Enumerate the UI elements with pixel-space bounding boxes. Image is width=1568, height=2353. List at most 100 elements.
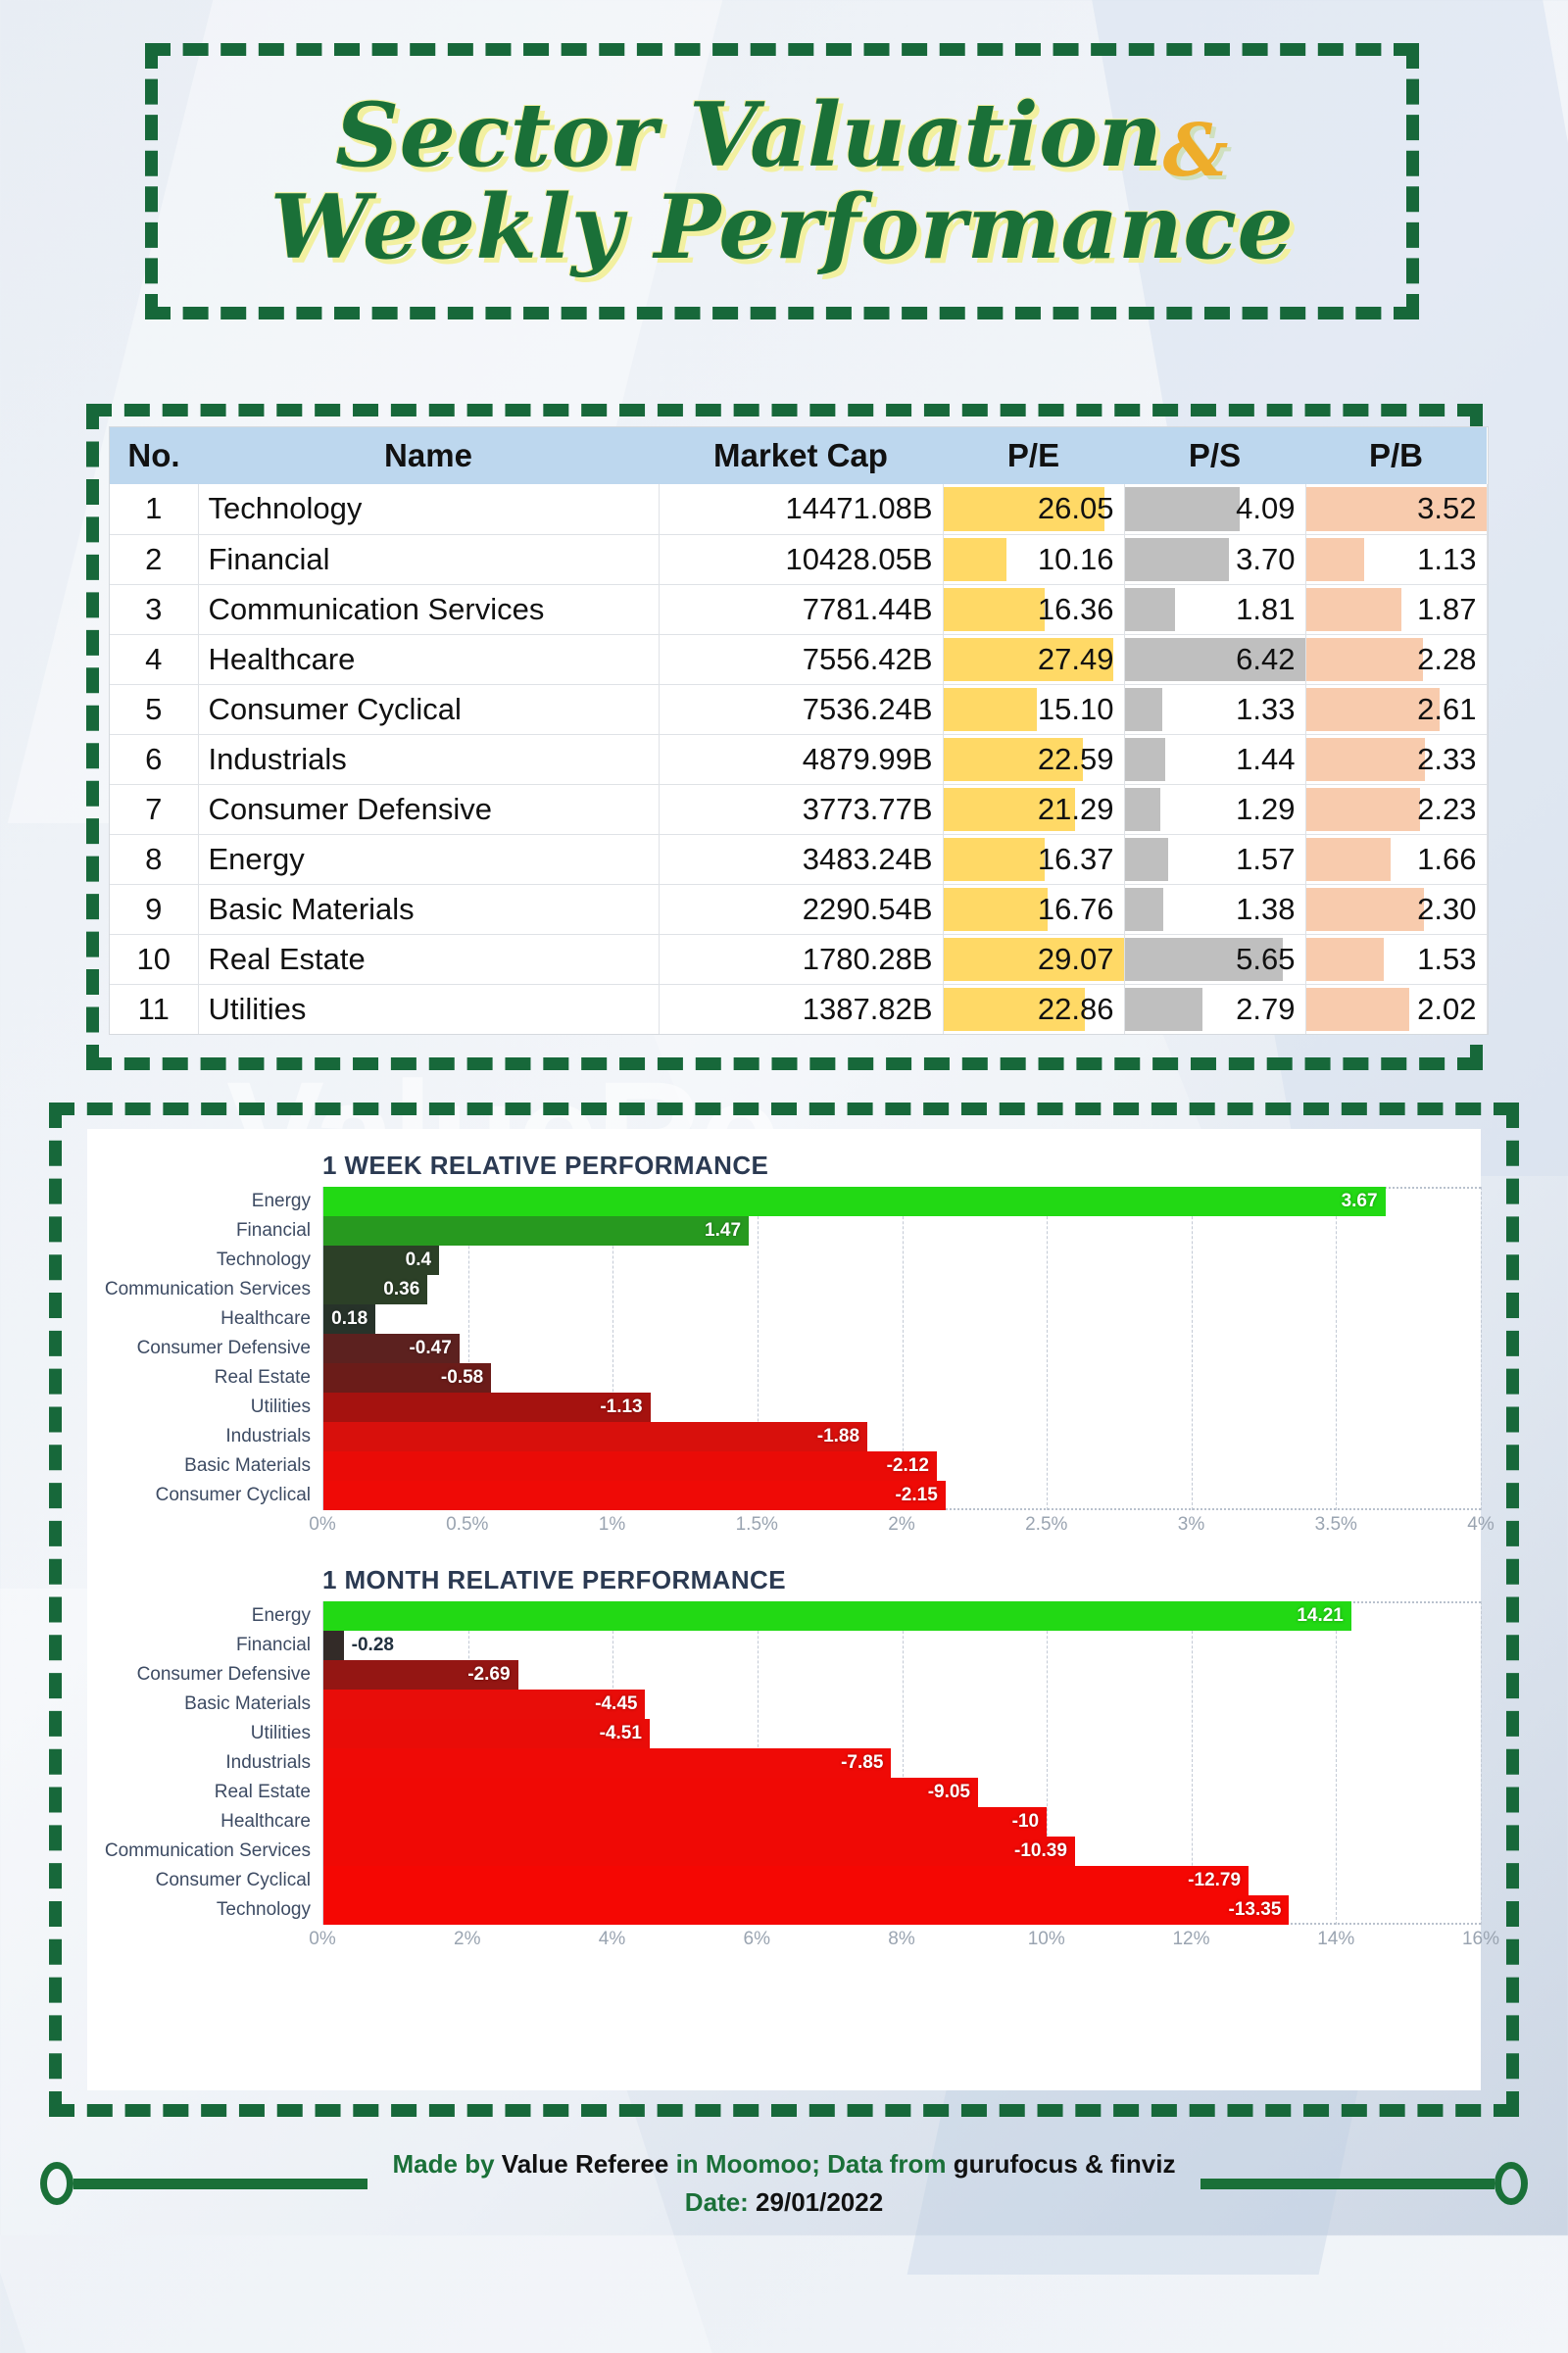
cell-market-cap: 7781.44B bbox=[659, 584, 944, 635]
cell-market-cap-value: 3773.77B bbox=[802, 791, 933, 826]
chart-bar-row: 1.47 bbox=[323, 1216, 1481, 1246]
chart-bar[interactable]: -12.79 bbox=[323, 1866, 1250, 1895]
chart-bar-value-label: -2.69 bbox=[467, 1664, 511, 1685]
chart-category-label: Basic Materials bbox=[184, 1455, 311, 1476]
column-header-pb[interactable]: P/B bbox=[1305, 427, 1487, 484]
chart-bar[interactable]: -13.35 bbox=[323, 1895, 1290, 1925]
chart-category-label: Financial bbox=[235, 1635, 311, 1655]
cell-market-cap: 2290.54B bbox=[659, 884, 944, 935]
chart-bar[interactable]: 0.4 bbox=[323, 1246, 440, 1275]
chart-bar[interactable]: -10 bbox=[323, 1807, 1048, 1837]
chart-1-week-relative-performance: 1 WEEK RELATIVE PERFORMANCE Energy Financi… bbox=[87, 1129, 1494, 1544]
chart-bar[interactable]: 0.18 bbox=[323, 1304, 376, 1334]
chart-bar-row: 0.36 bbox=[323, 1275, 1481, 1304]
table-row: 1 Technology 14471.08B 26.05 4.09 3.52 bbox=[110, 484, 1488, 535]
chart-bar[interactable]: -0.28 bbox=[323, 1631, 394, 1660]
chart-bar[interactable]: -9.05 bbox=[323, 1778, 978, 1807]
cell-pb: 2.28 bbox=[1305, 634, 1488, 685]
chart-bar-value-label: -2.12 bbox=[886, 1455, 929, 1476]
chart-x-tick-label: 8% bbox=[888, 1929, 915, 1949]
cell-name-value: Real Estate bbox=[208, 941, 366, 976]
page-title-line-2: Weekly Performance bbox=[270, 175, 1295, 279]
cell-ps-databar bbox=[1124, 987, 1203, 1031]
chart-bar-value-label: -12.79 bbox=[1188, 1870, 1242, 1890]
chart-bar[interactable]: -0.58 bbox=[323, 1363, 492, 1393]
chart-bar[interactable]: -10.39 bbox=[323, 1837, 1075, 1866]
cell-name-value: Energy bbox=[208, 841, 305, 876]
cell-no-value: 8 bbox=[145, 841, 163, 876]
cell-market-cap: 1780.28B bbox=[659, 934, 944, 985]
cell-ps-value: 3.70 bbox=[1236, 541, 1296, 576]
footer-credit-line: Made by Value Referee in Moomoo; Data fr… bbox=[393, 2145, 1176, 2183]
footer-date-line: Date: 29/01/2022 bbox=[393, 2183, 1176, 2222]
chart-bar[interactable]: -4.51 bbox=[323, 1719, 650, 1748]
chart-bar[interactable]: -0.47 bbox=[323, 1334, 460, 1363]
chart-1-month-relative-performance: 1 MONTH RELATIVE PERFORMANCE Energy Financ… bbox=[87, 1544, 1499, 1958]
cell-market-cap-value: 7556.42B bbox=[802, 641, 933, 676]
cell-pb-databar bbox=[1305, 787, 1421, 831]
cell-pe-value: 29.07 bbox=[1037, 941, 1114, 976]
cell-market-cap-value: 10428.05B bbox=[785, 541, 933, 576]
cell-ps: 4.09 bbox=[1124, 484, 1306, 535]
chart-x-axis-inner: 0% 2% 4% 6% 8% 10% 12% 14% 16% bbox=[309, 1925, 1499, 1958]
chart-x-tick-label: 1.5% bbox=[735, 1514, 778, 1535]
column-header-pe[interactable]: P/E bbox=[943, 427, 1124, 484]
cell-market-cap-value: 7536.24B bbox=[802, 691, 933, 726]
cell-market-cap-value: 1387.82B bbox=[802, 991, 933, 1026]
chart-bar[interactable]: -1.13 bbox=[323, 1393, 651, 1422]
cell-name-value: Financial bbox=[208, 541, 330, 576]
column-header-ps[interactable]: P/S bbox=[1124, 427, 1305, 484]
chart-category-label: Healthcare bbox=[220, 1811, 311, 1832]
cell-pb: 2.30 bbox=[1305, 884, 1488, 935]
cell-market-cap: 3773.77B bbox=[659, 784, 944, 835]
cell-ps-databar bbox=[1124, 537, 1229, 581]
chart-category-label: Consumer Cyclical bbox=[155, 1870, 311, 1890]
cell-no-value: 11 bbox=[137, 991, 170, 1026]
chart-bar[interactable]: 1.47 bbox=[323, 1216, 750, 1246]
chart-x-axis: 0% 2% 4% 6% 8% 10% 12% 14% 16% bbox=[309, 1925, 1499, 1958]
chart-bar[interactable]: -4.45 bbox=[323, 1690, 646, 1719]
footer-ornament-left bbox=[39, 2162, 368, 2205]
column-header-name[interactable]: Name bbox=[198, 427, 659, 484]
cell-name-value: Consumer Cyclical bbox=[208, 691, 462, 726]
chart-bar[interactable]: -1.88 bbox=[323, 1422, 868, 1451]
chart-bars: 3.67 1.47 0.4 0.36 0.18 -0.47 -0.58 -1.13 -1.88 -… bbox=[322, 1187, 1482, 1510]
table-row: 4 Healthcare 7556.42B 27.49 6.42 2.28 bbox=[110, 634, 1488, 685]
chart-x-tick-label: 16% bbox=[1461, 1929, 1500, 1949]
cell-pb-databar bbox=[1305, 637, 1423, 681]
chart-bar-row: 0.4 bbox=[323, 1246, 1481, 1275]
chart-bar-row: -4.45 bbox=[323, 1690, 1481, 1719]
cell-ps-databar bbox=[1124, 487, 1240, 531]
cell-pe-value: 27.49 bbox=[1037, 641, 1114, 676]
cell-name: Industrials bbox=[198, 734, 660, 785]
chart-x-tick-label: 4% bbox=[1467, 1514, 1494, 1535]
chart-bar-row: -2.12 bbox=[323, 1451, 1481, 1481]
cell-market-cap-value: 1780.28B bbox=[802, 941, 933, 976]
chart-bar[interactable]: -2.69 bbox=[323, 1660, 518, 1690]
table-row: 2 Financial 10428.05B 10.16 3.70 1.13 bbox=[110, 534, 1488, 585]
cell-market-cap: 4879.99B bbox=[659, 734, 944, 785]
chart-title: 1 MONTH RELATIVE PERFORMANCE bbox=[322, 1565, 786, 1594]
chart-bar[interactable]: 14.21 bbox=[323, 1601, 1351, 1631]
chart-bar[interactable]: 3.67 bbox=[323, 1187, 1386, 1216]
chart-bar-value-label: -9.05 bbox=[927, 1782, 970, 1802]
footer-credits: Made by Value Referee in Moomoo; Data fr… bbox=[368, 2145, 1201, 2222]
chart-bar[interactable]: 0.36 bbox=[323, 1275, 428, 1304]
cell-ps-value: 1.38 bbox=[1236, 891, 1296, 926]
chart-bar[interactable]: -2.15 bbox=[323, 1481, 946, 1510]
chart-category-label: Industrials bbox=[225, 1752, 311, 1773]
cell-pe: 16.36 bbox=[943, 584, 1125, 635]
cell-market-cap: 14471.08B bbox=[659, 484, 944, 535]
chart-bar[interactable]: -7.85 bbox=[323, 1748, 892, 1778]
chart-bar[interactable]: -2.12 bbox=[323, 1451, 937, 1481]
column-header-no[interactable]: No. bbox=[110, 427, 198, 484]
chart-bar-value-label: 0.18 bbox=[331, 1308, 368, 1329]
column-header-market-cap[interactable]: Market Cap bbox=[659, 427, 943, 484]
charts-card: 1 WEEK RELATIVE PERFORMANCE Energy Financi… bbox=[87, 1129, 1499, 2090]
cell-pe-value: 26.05 bbox=[1037, 491, 1114, 526]
cell-pb-databar bbox=[1305, 837, 1392, 881]
cell-pb-value: 1.66 bbox=[1417, 841, 1477, 876]
table-row: 6 Industrials 4879.99B 22.59 1.44 2.33 bbox=[110, 734, 1488, 785]
chart-category-label: Healthcare bbox=[220, 1308, 311, 1329]
chart-bars: 14.21 -0.28 -2.69 -4.45 -4.51 -7.85 -9.05 -10 -1… bbox=[322, 1601, 1482, 1925]
